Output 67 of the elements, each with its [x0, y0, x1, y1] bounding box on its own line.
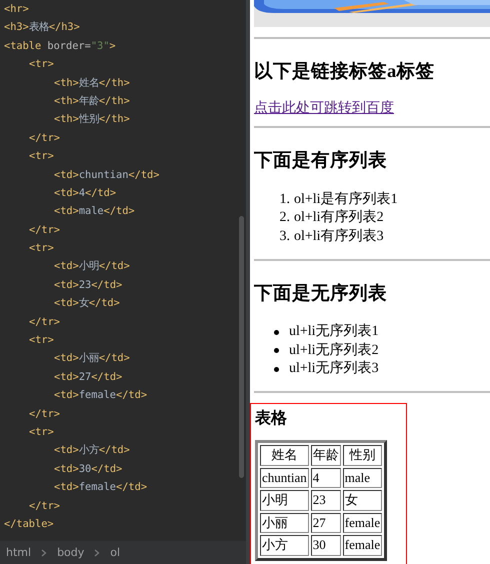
code-line: <td>male</td>: [53, 204, 136, 220]
table-cell: 23: [310, 490, 341, 511]
table-cell: male: [342, 468, 382, 488]
table-cell: 小方: [260, 535, 309, 556]
table-cell: 女: [342, 490, 382, 511]
list-item: ul+li无序列表3: [289, 360, 379, 378]
breadcrumb-item[interactable]: html: [6, 546, 32, 559]
code-line: <td>27</td>: [53, 370, 124, 385]
code-line: </tr>: [28, 314, 61, 330]
section-heading: 以下是链接标签a标签: [254, 60, 436, 84]
table-cell: female: [342, 512, 382, 534]
code-line: <td>30</td>: [53, 462, 124, 477]
section-heading: 下面是有序列表: [254, 149, 388, 173]
code-line: <h3>表格</h3>: [3, 20, 81, 36]
table-cell: 30: [310, 535, 341, 556]
list-item: ol+li是有序列表1: [294, 191, 398, 209]
table-title: 表格: [255, 408, 288, 430]
code-line: <hr>: [3, 2, 30, 17]
list-number: 1.: [278, 191, 290, 209]
list-item: ol+li有序列表2: [294, 209, 384, 228]
code-line: <td>4</td>: [53, 186, 118, 201]
code-line: <tr>: [28, 333, 55, 348]
list-item: ul+li无序列表2: [289, 342, 379, 360]
code-line: <td>小明</td>: [53, 259, 131, 274]
code-line: <tr>: [28, 57, 55, 72]
code-line: <td>female</td>: [53, 480, 148, 496]
list-number: 2.: [278, 209, 290, 228]
bullet-icon: [274, 330, 279, 335]
code-line: </tr>: [28, 498, 61, 514]
list-item: ol+li有序列表3: [294, 228, 384, 246]
breadcrumb-item[interactable]: body: [57, 546, 84, 559]
bullet-icon: [274, 366, 279, 372]
code-line: <tr>: [28, 424, 55, 440]
code-line: <th>姓名</th>: [53, 76, 131, 91]
table-header-cell: 年龄: [310, 445, 341, 466]
breadcrumb-item[interactable]: ol: [110, 546, 120, 559]
code-line: <td>小方</td>: [53, 443, 131, 458]
bullet-icon: [274, 348, 279, 354]
section-heading: 下面是无序列表: [254, 282, 388, 306]
code-line: <table border="3">: [3, 38, 117, 54]
code-line: </table>: [3, 516, 55, 532]
table-cell: 小明: [260, 490, 309, 511]
chevron-icon: [41, 548, 48, 556]
table-header-cell: 姓名: [260, 445, 309, 466]
list-number: 3.: [278, 228, 290, 246]
table-cell: female: [342, 535, 382, 556]
list-item: ul+li无序列表1: [289, 323, 379, 342]
table-cell: 小丽: [260, 512, 309, 534]
chevron-icon: [94, 548, 100, 556]
code-line: <th>年龄</th>: [53, 94, 131, 109]
code-line: <td>小丽</td>: [53, 351, 131, 366]
code-line: <tr>: [28, 149, 55, 164]
code-line: <tr>: [28, 241, 55, 256]
code-line: <td>女</td>: [53, 296, 121, 312]
code-line: <td>23</td>: [53, 278, 124, 293]
code-line: </tr>: [28, 130, 61, 146]
table-header-cell: 性别: [342, 445, 382, 466]
table-cell: 27: [310, 512, 341, 534]
code-line: <td>chuntian</td>: [53, 168, 160, 183]
code-line: </tr>: [28, 222, 61, 238]
table-cell: 4: [310, 468, 341, 488]
code-line: </tr>: [28, 406, 61, 422]
scrollbar-thumb[interactable]: [239, 216, 244, 478]
code-line: <td>female</td>: [53, 388, 148, 404]
table-cell: chuntian: [260, 468, 309, 488]
baidu-link[interactable]: 点击此处可跳转到百度: [254, 101, 394, 116]
code-line: <th>性别</th>: [53, 112, 131, 128]
